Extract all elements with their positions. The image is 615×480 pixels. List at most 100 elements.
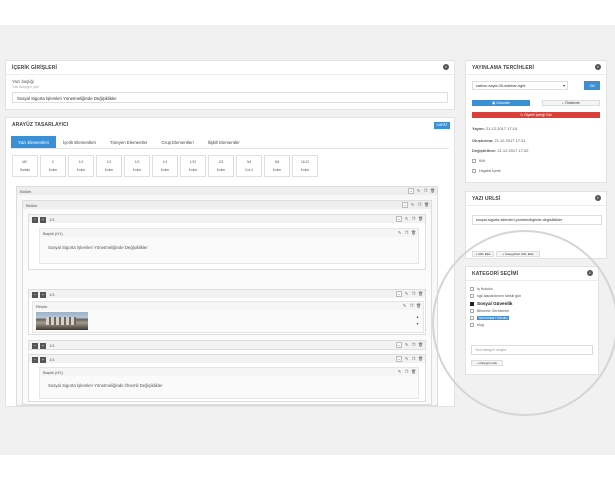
edit-icon[interactable]: ✎	[410, 202, 415, 207]
tab-1[interactable]: İçerik Elementleri	[56, 136, 103, 148]
category-item[interactable]: İş Hukuku	[470, 286, 590, 292]
minus-icon[interactable]: −	[32, 217, 38, 223]
category-checkbox[interactable]	[470, 323, 474, 328]
category-checkbox[interactable]	[470, 301, 474, 306]
element-block[interactable]: 1/3 Kolon	[124, 155, 150, 177]
trash-icon[interactable]: 🗑	[430, 188, 435, 193]
edit-icon[interactable]: ✎	[404, 356, 409, 361]
info-icon[interactable]: i	[587, 270, 593, 276]
minus-icon[interactable]: −	[32, 343, 38, 349]
copy-icon[interactable]: ❐	[404, 230, 409, 235]
add-category-button[interactable]: + Kategori ekle	[471, 360, 503, 366]
element-block[interactable]: 1/2 Kolon	[96, 155, 122, 177]
heading1-header: Başlık (H1) ✎ ❐ 🗑	[40, 229, 418, 237]
trash-icon[interactable]: 🗑	[418, 342, 423, 347]
image-element[interactable]: Resim ✎ ❐ 🗑 ▴ ▾	[32, 301, 424, 333]
tab-4[interactable]: İlişkili Elementler	[201, 136, 247, 148]
lock-option-label: Kilit	[479, 159, 485, 163]
minus-icon[interactable]: −	[402, 202, 408, 208]
copy-icon[interactable]: ❐	[411, 216, 416, 221]
copy-icon[interactable]: ❐	[411, 342, 416, 347]
edit-icon[interactable]: ✎	[404, 342, 409, 347]
copy-icon[interactable]: ❐	[404, 369, 409, 374]
element-block[interactable]: 11/12 Kolon	[292, 155, 318, 177]
edit-icon[interactable]: ✎	[416, 188, 421, 193]
element-block[interactable]: 2/3 Kolon	[208, 155, 234, 177]
category-checkbox[interactable]	[470, 294, 474, 299]
tab-3[interactable]: Grup Elementleri	[154, 136, 200, 148]
tab-2[interactable]: Türeyen Elementler	[103, 136, 155, 148]
publish-date-row: Yayım: 21.12.2017 17:14	[472, 126, 517, 131]
plus-icon[interactable]: +	[40, 343, 46, 349]
element-block[interactable]: C Kolon	[40, 155, 66, 177]
edit-icon[interactable]: ✎	[404, 291, 409, 296]
minus-icon[interactable]: −	[32, 357, 38, 363]
minus-icon[interactable]: −	[396, 291, 402, 297]
category-item[interactable]: Yazılımsal Hukuku	[470, 315, 590, 321]
copy-icon[interactable]: ❐	[411, 291, 416, 296]
info-icon[interactable]: i	[595, 195, 601, 201]
new-category-input[interactable]: Yeni kategori oluştur	[471, 345, 593, 355]
category-checkbox[interactable]	[470, 316, 474, 321]
element-block[interactable]: 5/6 Kolon	[264, 155, 290, 177]
minus-icon[interactable]: −	[396, 356, 402, 362]
chevron-up-icon[interactable]: ▴	[415, 314, 420, 319]
edit-icon[interactable]: ✎	[402, 303, 407, 308]
trash-icon[interactable]: 🗑	[418, 291, 423, 296]
category-item[interactable]: blog	[470, 322, 590, 328]
copy-icon[interactable]: ❐	[423, 188, 428, 193]
copy-icon[interactable]: ❐	[417, 202, 422, 207]
close-button[interactable]: KAPAT	[434, 122, 450, 129]
info-icon[interactable]: i	[443, 64, 449, 70]
title-input[interactable]: Sosyal Sigorta İşlemleri Yönetmeliğinde …	[12, 92, 448, 103]
template-select[interactable]: sablon-sayfa-05-sidebar-right ▾	[472, 81, 568, 90]
element-block[interactable]: 1/4 Kolon	[152, 155, 178, 177]
edit-icon[interactable]: ✎	[397, 369, 402, 374]
element-block[interactable]: 3/4 Col-4	[236, 155, 262, 177]
copy-icon[interactable]: ❐	[411, 356, 416, 361]
plus-icon[interactable]: +	[40, 217, 46, 223]
update-button[interactable]: ▣ Güncelle	[472, 100, 530, 106]
url-input[interactable]: sosyal-sigorta-islemleri-yonetmeliginde-…	[472, 215, 602, 225]
edit-icon[interactable]: ✎	[397, 230, 402, 235]
ghost-option[interactable]: Hayalet İçerik	[472, 168, 501, 174]
category-checkbox[interactable]	[470, 308, 474, 313]
add-category-url-button[interactable]: + Kategorileri URL Ekle	[496, 251, 540, 257]
column-controls: − ✎ ❐ 🗑	[396, 356, 423, 362]
category-item[interactable]: Bilmeniz Gerekenler	[470, 308, 590, 314]
lock-option[interactable]: Kilit	[472, 158, 485, 164]
heading2-element[interactable]: Başlık (H2) ✎ ❐ 🗑 Sosyal Sigorta İşlemle…	[39, 367, 419, 399]
trash-icon[interactable]: 🗑	[416, 303, 421, 308]
category-checkbox[interactable]	[470, 287, 474, 291]
ghost-checkbox[interactable]	[472, 169, 476, 173]
add-url-button[interactable]: + URL Ekle	[472, 251, 494, 257]
delete-button[interactable]: ↻ Ölçekli İçeriği Gör	[472, 112, 600, 118]
element-block[interactable]: 1/1 Kolon	[68, 155, 94, 177]
element-block[interactable]: 1/12 Kolon	[180, 155, 206, 177]
element-block[interactable]: MC Sarlalo	[12, 155, 38, 177]
copy-icon[interactable]: ❐	[409, 303, 414, 308]
trash-icon[interactable]: 🗑	[411, 230, 416, 235]
category-item[interactable]: sgk alacaklarının tahsili gün	[470, 293, 590, 299]
trash-icon[interactable]: 🗑	[418, 216, 423, 221]
minus-icon[interactable]: −	[396, 342, 402, 348]
tab-0[interactable]: Yazı Elementleri	[11, 136, 56, 148]
trash-icon[interactable]: 🗑	[424, 202, 429, 207]
trash-icon[interactable]: 🗑	[418, 356, 423, 361]
apply-button[interactable]: Git	[584, 81, 600, 90]
category-item[interactable]: Sosyal Güvenlik	[470, 301, 590, 307]
heading1-element[interactable]: Başlık (H1) ✎ ❐ 🗑 Sosyal Sigorta İşlemle…	[39, 228, 419, 264]
edit-icon[interactable]: ✎	[404, 216, 409, 221]
minus-icon[interactable]: −	[408, 188, 414, 194]
template-value: sablon-sayfa-05-sidebar-right	[476, 84, 526, 88]
plus-icon[interactable]: +	[40, 292, 46, 298]
plus-icon: +	[475, 252, 478, 256]
minus-icon[interactable]: −	[32, 292, 38, 298]
plus-icon[interactable]: +	[40, 357, 46, 363]
preview-button[interactable]: ⌕ Önizleme	[542, 100, 600, 106]
chevron-down-icon[interactable]: ▾	[415, 321, 420, 326]
info-icon[interactable]: i	[595, 64, 601, 70]
trash-icon[interactable]: 🗑	[411, 369, 416, 374]
minus-icon[interactable]: −	[396, 216, 402, 222]
lock-checkbox[interactable]	[472, 159, 476, 163]
